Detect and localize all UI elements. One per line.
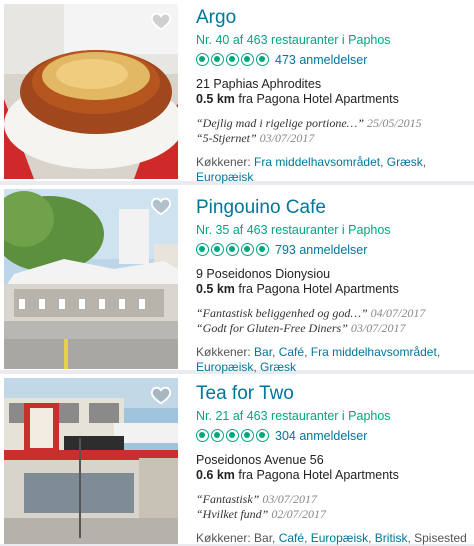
cuisine-link[interactable]: Café <box>279 345 304 359</box>
restaurant-rank: Nr. 40 af 463 restauranter i Paphos <box>196 33 391 47</box>
distance-value: 0.5 km <box>196 282 235 296</box>
review-snippet-text: “Fantastisk” <box>196 492 260 506</box>
restaurant-name-link[interactable]: Pingouino Cafe <box>196 196 470 220</box>
bubble-icon <box>211 53 224 66</box>
review-snippet-text: “Dejlig mad i rigelige portione…” <box>196 116 364 130</box>
review-date: 03/07/2017 <box>259 131 315 145</box>
favorite-heart-icon[interactable] <box>150 10 172 32</box>
distance-reference: fra Pagona Hotel Apartments <box>234 282 399 296</box>
cuisine-label: Køkkener: <box>196 531 255 545</box>
favorite-heart-icon[interactable] <box>150 195 172 217</box>
bubble-icon <box>256 429 269 442</box>
restaurant-distance: 0.6 km fra Pagona Hotel Apartments <box>196 468 470 483</box>
bubble-icon <box>256 243 269 256</box>
rating-row: 793 anmeldelser <box>196 241 470 258</box>
favorite-heart-icon[interactable] <box>150 384 172 406</box>
bubble-icon <box>241 53 254 66</box>
distance-reference: fra Pagona Hotel Apartments <box>234 92 399 106</box>
rating-row: 304 anmeldelser <box>196 427 470 444</box>
review-snippet[interactable]: “Godt for Gluten-Free Diners” 03/07/2017 <box>196 321 470 336</box>
review-snippet[interactable]: “Dejlig mad i rigelige portione…” 25/05/… <box>196 116 470 131</box>
cuisine-list: Køkkener: Fra middelhavsområdet, Græsk, … <box>196 155 427 184</box>
restaurant-info: Argo Nr. 40 af 463 restauranter i Paphos… <box>196 6 470 185</box>
cuisine-label: Køkkener: <box>196 155 255 169</box>
restaurant-distance: 0.5 km fra Pagona Hotel Apartments <box>196 92 470 107</box>
restaurant-info: Tea for Two Nr. 21 af 463 restauranter i… <box>196 382 470 546</box>
bubble-icon <box>226 429 239 442</box>
cuisine-link[interactable]: Græsk <box>260 360 296 374</box>
bubble-icon <box>196 243 209 256</box>
cuisine-link[interactable]: Europæisk <box>311 531 368 545</box>
cuisine-link[interactable]: Europæisk <box>196 170 253 184</box>
cuisine-link[interactable]: Græsk <box>387 155 423 169</box>
cuisine-label: Køkkener: <box>196 345 255 359</box>
cuisine-link[interactable]: Europæisk <box>196 360 253 374</box>
restaurant-photo[interactable] <box>4 189 178 369</box>
restaurant-rank: Nr. 35 af 463 restauranter i Paphos <box>196 223 391 237</box>
bubble-icon <box>196 429 209 442</box>
restaurant-card[interactable]: Argo Nr. 40 af 463 restauranter i Paphos… <box>0 0 474 184</box>
distance-value: 0.6 km <box>196 468 235 482</box>
restaurant-card[interactable]: Tea for Two Nr. 21 af 463 restauranter i… <box>0 374 474 546</box>
cuisine-text: Spisested <box>414 531 467 545</box>
bubble-icon <box>226 243 239 256</box>
review-date: 04/07/2017 <box>370 306 426 320</box>
review-date: 03/07/2017 <box>262 492 318 506</box>
review-date: 03/07/2017 <box>350 321 406 335</box>
distance-value: 0.5 km <box>196 92 235 106</box>
cuisine-list: Køkkener: Bar, Café, Fra middelhavsområd… <box>196 345 441 374</box>
review-snippet-text: “Hvilket fund” <box>196 507 269 521</box>
restaurant-photo[interactable] <box>4 378 178 544</box>
review-count-link[interactable]: 304 anmeldelser <box>275 429 367 443</box>
review-date: 25/05/2015 <box>367 116 422 130</box>
review-snippet[interactable]: “Hvilket fund” 02/07/2017 <box>196 507 470 522</box>
restaurant-address: 21 Paphias Aphrodites <box>196 77 322 91</box>
review-snippet[interactable]: “5-Stjernet” 03/07/2017 <box>196 131 470 146</box>
bubble-icon <box>256 53 269 66</box>
review-count-link[interactable]: 793 anmeldelser <box>275 243 367 257</box>
cuisine-link[interactable]: Fra middelhavsområdet <box>311 345 437 359</box>
review-snippet[interactable]: “Fantastisk” 03/07/2017 <box>196 492 470 507</box>
bubble-icon <box>241 243 254 256</box>
restaurant-info: Pingouino Cafe Nr. 35 af 463 restaurante… <box>196 196 470 375</box>
bubble-icon <box>211 429 224 442</box>
restaurant-photo[interactable] <box>4 4 178 179</box>
bubble-icon <box>196 53 209 66</box>
cuisine-link[interactable]: Bar <box>254 345 272 359</box>
restaurant-name-link[interactable]: Argo <box>196 6 470 30</box>
review-count-link[interactable]: 473 anmeldelser <box>275 53 367 67</box>
cuisine-link[interactable]: Café <box>279 531 304 545</box>
review-snippet-text: “Godt for Gluten-Free Diners” <box>196 321 348 335</box>
review-snippet[interactable]: “Fantastisk beliggenhed og god…” 04/07/2… <box>196 306 470 321</box>
bubble-icon <box>226 53 239 66</box>
restaurant-name-link[interactable]: Tea for Two <box>196 382 470 406</box>
review-snippet-text: “5-Stjernet” <box>196 131 257 145</box>
distance-reference: fra Pagona Hotel Apartments <box>234 468 399 482</box>
bubble-icon <box>211 243 224 256</box>
restaurant-distance: 0.5 km fra Pagona Hotel Apartments <box>196 282 470 297</box>
restaurant-card[interactable]: Pingouino Cafe Nr. 35 af 463 restaurante… <box>0 185 474 374</box>
cuisine-link[interactable]: Britisk <box>375 531 408 545</box>
review-snippet-text: “Fantastisk beliggenhed og god…” <box>196 306 368 320</box>
cuisine-link[interactable]: Fra middelhavsområdet <box>254 155 380 169</box>
review-date: 02/07/2017 <box>271 507 326 521</box>
restaurant-rank: Nr. 21 af 463 restauranter i Paphos <box>196 409 391 423</box>
bubble-icon <box>241 429 254 442</box>
restaurant-address: 9 Poseidonos Dionysiou <box>196 267 331 281</box>
cuisine-text: Bar <box>254 531 273 545</box>
restaurant-address: Poseidonos Avenue 56 <box>196 453 324 467</box>
rating-row: 473 anmeldelser <box>196 51 470 68</box>
